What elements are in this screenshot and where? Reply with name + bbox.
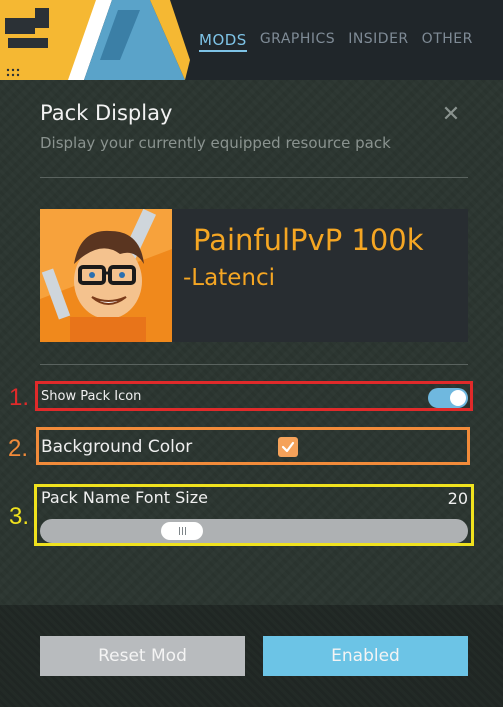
close-icon[interactable]: ✕ [438,102,464,128]
check-icon [281,441,295,453]
top-bar: MODS GRAPHICS INSIDER OTHER [0,0,503,80]
toggle-knob [450,390,466,406]
setting-label-show-pack-icon: Show Pack Icon [41,389,142,404]
setting-label-pack-name-font-size: Pack Name Font Size [41,488,208,507]
annotation-number-3: 3. [9,503,30,530]
divider [40,364,468,365]
font-size-slider-track[interactable] [40,519,468,543]
background-color-checkbox[interactable] [278,437,298,457]
divider [40,177,468,178]
show-pack-icon-toggle[interactable] [428,388,468,408]
reset-mod-button[interactable]: Reset Mod [40,636,245,676]
tab-other[interactable]: OTHER [422,31,473,52]
annotation-number-1: 1. [9,384,30,411]
font-size-slider-thumb[interactable] [161,522,203,540]
pack-preview: PainfulPvP 100k -Latenci [40,209,468,342]
client-logo [0,0,190,80]
pack-avatar-image [40,209,172,342]
tab-insider[interactable]: INSIDER [348,31,408,52]
annotation-number-2: 2. [8,435,29,462]
enabled-button[interactable]: Enabled [263,636,468,676]
setting-label-background-color: Background Color [41,437,193,457]
tab-mods[interactable]: MODS [199,31,247,52]
panel-subtitle: Display your currently equipped resource… [40,134,391,152]
font-size-value: 20 [447,489,468,508]
panel-title: Pack Display [40,101,173,125]
pack-name: PainfulPvP 100k [193,223,424,257]
tab-graphics[interactable]: GRAPHICS [260,31,335,52]
main-nav: MODS GRAPHICS INSIDER OTHER [199,31,486,52]
pack-author: -Latenci [183,265,275,291]
